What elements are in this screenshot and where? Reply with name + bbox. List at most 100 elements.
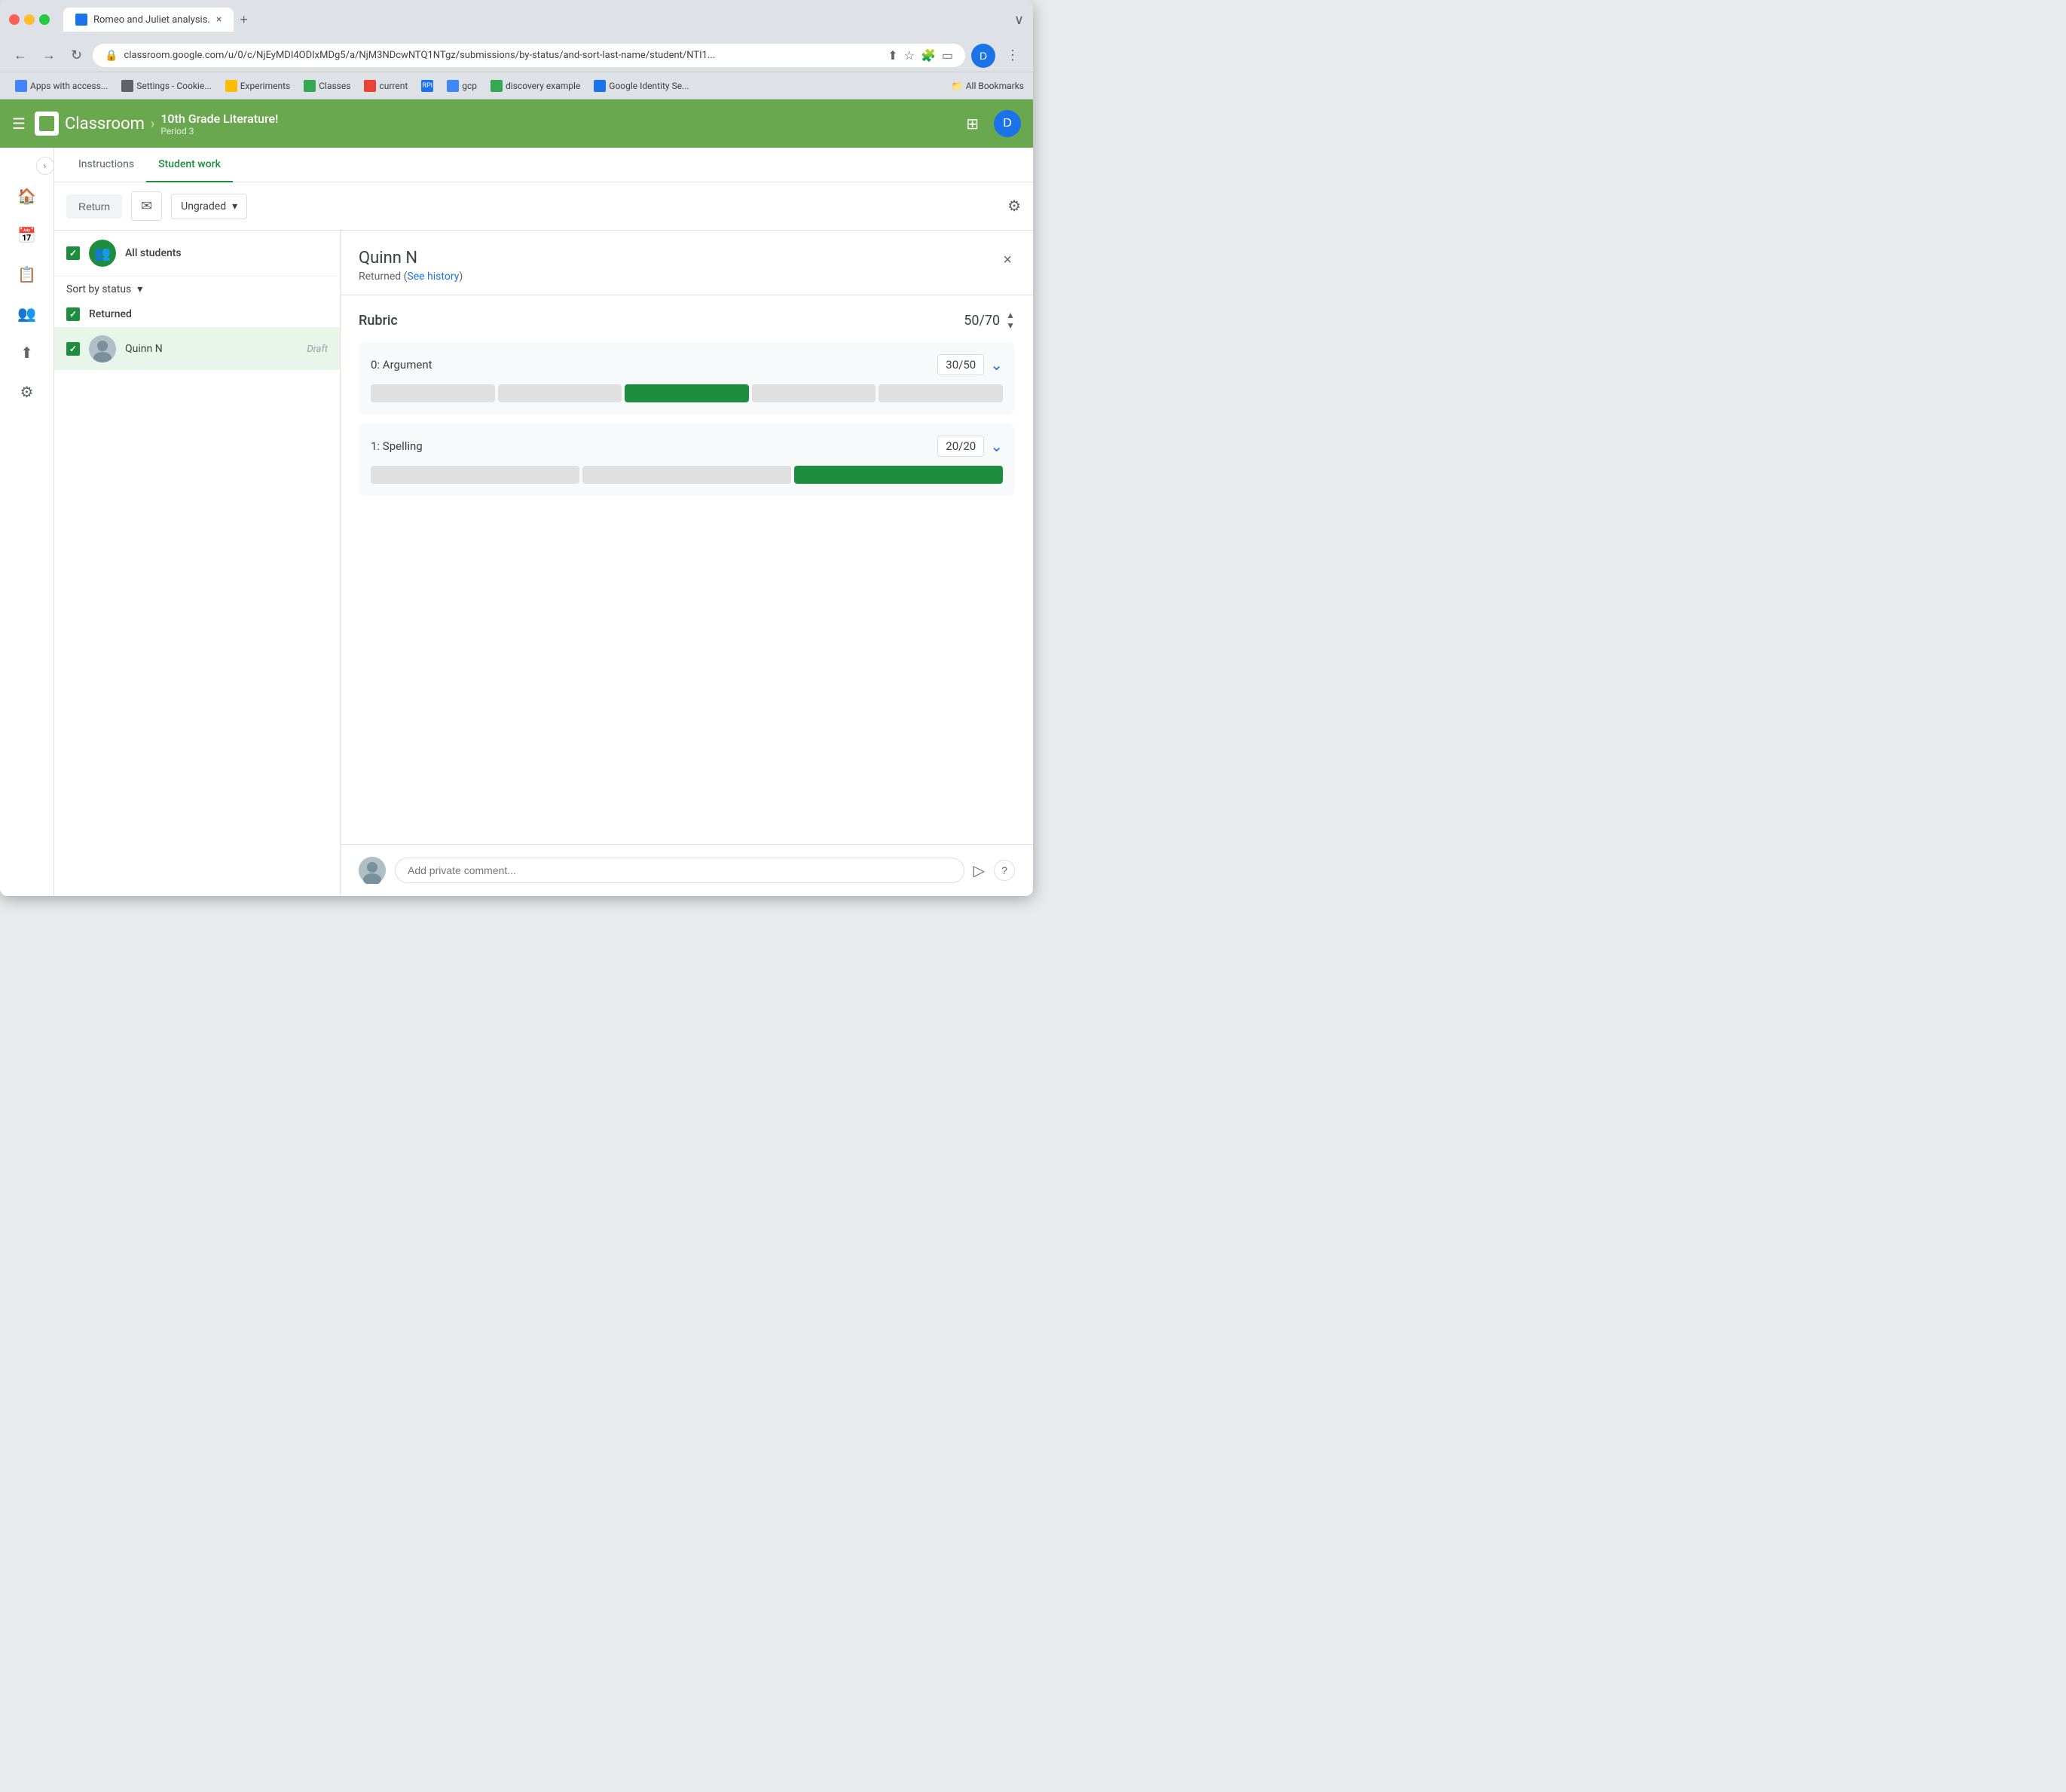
spelling-bar-segment-0 (371, 466, 579, 484)
bookmark-classes[interactable]: Classes (298, 77, 356, 95)
sidebar-todo-button[interactable]: 📋 (9, 256, 45, 292)
bar-segment-1 (498, 384, 622, 402)
profile-button[interactable]: D (971, 44, 995, 68)
bookmark-gis[interactable]: Google Identity Se... (588, 77, 695, 95)
apps-grid-button[interactable]: ⊞ (960, 109, 985, 139)
sort-dropdown-button[interactable]: ▾ (137, 283, 142, 295)
detail-student-info: Quinn N Returned (See history) (359, 249, 1000, 283)
new-tab-button[interactable]: + (234, 9, 254, 31)
comment-send-button[interactable]: ▷ (973, 861, 985, 880)
rubric-item-header-spelling: 1: Spelling 20/20 ⌄ (371, 436, 1003, 457)
url-bar[interactable]: 🔒 classroom.google.com/u/0/c/NjEyMDI4ODI… (93, 44, 965, 67)
bookmark-discovery[interactable]: discovery example (484, 77, 586, 95)
bookmark-icon[interactable]: ☆ (904, 48, 915, 63)
bookmark-icon-rpi: RPI (421, 80, 433, 92)
classroom-logo: Classroom (35, 112, 145, 136)
minimize-traffic-light[interactable] (24, 14, 35, 25)
commenter-avatar (359, 857, 386, 884)
reload-button[interactable]: ↻ (66, 44, 87, 66)
bookmark-settings[interactable]: Settings - Cookie... (115, 77, 217, 95)
bookmark-gcp[interactable]: gcp (441, 77, 483, 95)
sidebar-calendar-button[interactable]: 📅 (9, 217, 45, 253)
see-history-link[interactable]: See history (407, 271, 459, 283)
close-detail-button[interactable]: × (1000, 249, 1015, 272)
bar-segment-0 (371, 384, 495, 402)
sidebar-home-button[interactable]: 🏠 (9, 178, 45, 214)
rubric-total-score: 50/70 ▲ ▼ (964, 310, 1015, 330)
tab-instructions[interactable]: Instructions (66, 148, 146, 182)
student-list-panel: ✓ 👥 All students Sort by status ▾ (54, 231, 341, 896)
header-actions: ⊞ D (960, 109, 1021, 139)
app-content: ☰ Classroom › 10th Grade Literature! Per… (0, 99, 1033, 896)
forward-button[interactable]: → (38, 44, 60, 66)
all-students-checkbox[interactable]: ✓ (66, 246, 80, 260)
sidebar-expand-button[interactable]: › (36, 157, 54, 175)
people-icon: 👥 (17, 304, 36, 323)
bookmark-label-gcp: gcp (462, 81, 477, 91)
bookmark-icon-apps (15, 80, 27, 92)
argument-expand-button[interactable]: ⌄ (990, 356, 1003, 375)
sidebar-upload-button[interactable]: ⬆ (9, 335, 45, 371)
more-options-button[interactable]: ⋮ (1001, 44, 1024, 66)
back-button[interactable]: ← (9, 44, 32, 66)
tab-bar: Romeo and Juliet analysis. × + (63, 8, 1008, 32)
argument-score-value: 30/50 (946, 358, 976, 372)
sort-arrow-icon: ▾ (137, 283, 142, 295)
bookmark-icon-experiments (225, 80, 237, 92)
bookmark-icon-classes (304, 80, 316, 92)
active-tab[interactable]: Romeo and Juliet analysis. × (63, 8, 234, 32)
window-control-icon[interactable]: ∨ (1014, 12, 1024, 28)
rubric-item-name-spelling: 1: Spelling (371, 439, 423, 453)
user-avatar-button[interactable]: D (994, 110, 1021, 137)
classroom-logo-icon (35, 112, 59, 136)
comment-area: ▷ ? (341, 844, 1033, 896)
student-name: Quinn N (125, 343, 298, 355)
return-button[interactable]: Return (66, 194, 122, 219)
rubric-score-value: 50/70 (964, 313, 1000, 329)
traffic-lights (9, 14, 50, 25)
grade-dropdown[interactable]: Ungraded ▾ (171, 194, 247, 219)
rubric-header: Rubric 50/70 ▲ ▼ (359, 310, 1015, 330)
score-up-button[interactable]: ▲ (1006, 310, 1015, 320)
all-bookmarks[interactable]: 📁 All Bookmarks (952, 81, 1024, 91)
maximize-traffic-light[interactable] (39, 14, 50, 25)
private-comment-input[interactable] (395, 858, 964, 883)
hamburger-icon: ☰ (12, 116, 26, 133)
content-toolbar: Return ✉ Ungraded ▾ ⚙ (54, 182, 1033, 231)
hamburger-button[interactable]: ☰ (6, 109, 32, 139)
rubric-section: Rubric 50/70 ▲ ▼ (341, 295, 1033, 844)
bookmark-rpi[interactable]: RPI (415, 77, 439, 95)
calendar-icon: 📅 (17, 226, 36, 245)
extension-icon[interactable]: 🧩 (921, 48, 936, 63)
bookmark-experiments[interactable]: Experiments (219, 77, 297, 95)
bookmark-apps[interactable]: Apps with access... (9, 77, 114, 95)
student-row[interactable]: ✓ Quinn N Draft (54, 328, 340, 370)
bar-segment-3 (752, 384, 876, 402)
url-actions: ⬆ ☆ 🧩 ▭ (888, 48, 953, 63)
spelling-rubric-bar (371, 466, 1003, 484)
section-label: Returned (89, 308, 132, 320)
spelling-expand-button[interactable]: ⌄ (990, 437, 1003, 456)
tab-student-work[interactable]: Student work (146, 148, 233, 182)
all-bookmarks-icon: 📁 (952, 81, 963, 91)
score-down-button[interactable]: ▼ (1006, 321, 1015, 330)
rubric-item-spelling: 1: Spelling 20/20 ⌄ (359, 424, 1015, 496)
detail-student-name: Quinn N (359, 249, 1000, 268)
close-traffic-light[interactable] (9, 14, 20, 25)
sidebar-people-button[interactable]: 👥 (9, 295, 45, 332)
email-button[interactable]: ✉ (131, 191, 162, 221)
comment-help-button[interactable]: ? (994, 860, 1015, 881)
student-checkbox[interactable]: ✓ (66, 342, 80, 356)
main-layout: › 🏠 📅 📋 👥 ⬆ ⚙ (0, 148, 1033, 896)
tab-close-icon[interactable]: × (216, 14, 222, 26)
sidebar-settings-button[interactable]: ⚙ (9, 374, 45, 410)
returned-checkbox[interactable]: ✓ (66, 307, 80, 321)
all-students-label: All students (125, 247, 182, 259)
email-icon: ✉ (141, 198, 152, 214)
share-icon[interactable]: ⬆ (888, 48, 897, 63)
settings-gear-button[interactable]: ⚙ (1007, 197, 1021, 216)
checkmark-icon: ✓ (69, 309, 77, 320)
sidebar-icon[interactable]: ▭ (942, 48, 953, 63)
bookmarks-bar: Apps with access... Settings - Cookie...… (0, 72, 1033, 99)
bookmark-current[interactable]: current (358, 77, 414, 95)
